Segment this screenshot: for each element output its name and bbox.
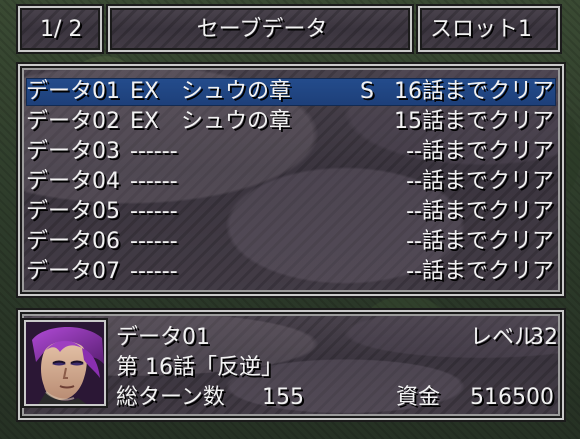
page-indicator-text: 1/ 2 <box>40 17 83 42</box>
save-row-chapter: ------ <box>130 229 178 254</box>
save-row-01[interactable]: データ01 EX シュウの章 S 16話までクリア <box>26 78 556 106</box>
save-row-name: データ06 <box>26 229 120 254</box>
screen-title-text: セーブデータ <box>196 17 328 42</box>
details-level-label: レベル <box>470 325 537 350</box>
save-row-name: データ04 <box>26 169 120 194</box>
save-row-chapter: ------ <box>130 199 178 224</box>
slot-indicator[interactable]: スロット1 <box>416 4 562 54</box>
save-row-chapter: ------ <box>130 139 178 164</box>
save-row-name: データ07 <box>26 259 120 284</box>
save-row-progress: 15話までクリア <box>394 109 554 134</box>
page-indicator: 1/ 2 <box>16 4 104 54</box>
save-row-name: データ02 <box>26 109 120 134</box>
save-row-progress: 16話までクリア <box>394 79 554 104</box>
save-row-03[interactable]: データ03 ------ --話までクリア <box>26 138 556 166</box>
details-turns-label: 総ターン数 <box>116 385 225 410</box>
save-row-progress: --話までクリア <box>406 199 554 224</box>
save-row-chapter: ------ <box>130 259 178 284</box>
save-row-chapter: ------ <box>130 169 178 194</box>
details-episode: 第 16話「反逆」 <box>116 355 283 380</box>
save-row-04[interactable]: データ04 ------ --話までクリア <box>26 168 556 196</box>
character-portrait-icon <box>22 318 108 408</box>
details-turns-value: 155 <box>262 385 304 410</box>
details-funds-label: 資金 <box>396 385 441 410</box>
save-row-chapter: EX シュウの章 <box>130 79 291 104</box>
save-row-name: データ05 <box>26 199 120 224</box>
details-save-name: データ01 <box>116 325 210 350</box>
save-row-progress: --話までクリア <box>406 259 554 284</box>
save-row-progress: --話までクリア <box>406 229 554 254</box>
details-level-value: 32 <box>530 325 558 350</box>
portrait-svg <box>26 322 104 404</box>
save-row-06[interactable]: データ06 ------ --話までクリア <box>26 228 556 256</box>
save-row-02[interactable]: データ02 EX シュウの章 15話までクリア <box>26 108 556 136</box>
save-row-name: データ03 <box>26 139 120 164</box>
save-row-progress: --話までクリア <box>406 169 554 194</box>
screen-title: セーブデータ <box>106 4 414 54</box>
save-row-flag: S <box>360 79 374 104</box>
slot-indicator-text: スロット1 <box>430 17 532 42</box>
details-funds-value: 516500 <box>470 385 554 410</box>
save-row-07[interactable]: データ07 ------ --話までクリア <box>26 258 556 286</box>
save-row-progress: --話までクリア <box>406 139 554 164</box>
save-row-name: データ01 <box>26 79 120 104</box>
save-row-05[interactable]: データ05 ------ --話までクリア <box>26 198 556 226</box>
save-row-chapter: EX シュウの章 <box>130 109 291 134</box>
